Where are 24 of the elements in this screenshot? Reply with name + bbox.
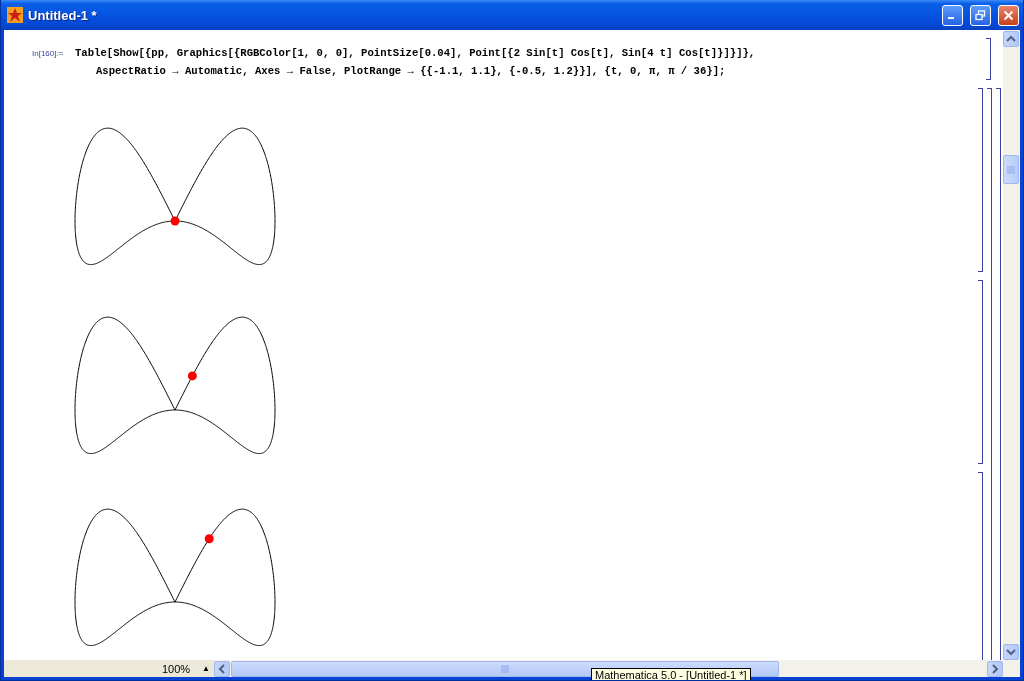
restore-button[interactable]: [970, 4, 991, 26]
cell-bracket[interactable]: [978, 280, 983, 464]
scroll-thumb[interactable]: [1003, 155, 1019, 184]
window-title: Untitled-1 *: [28, 7, 98, 23]
minimize-icon: [948, 17, 954, 19]
code-line: Table[Show[{pp, Graphics[{RGBColor[1, 0, 0], PointSize[0.04], Point[{2 Sin[t] Cos[t], Sin[4 t] Cos[t]}]}]},: [75, 46, 756, 61]
code-line: AspectRatio → Automatic, Axes → False, PlotRange → {{-1.1, 1.1}, {-0.5, 1.2}}], {t, 0, π, π / 36}];: [95, 64, 727, 79]
zoom-menu-button[interactable]: ▲: [202, 664, 210, 673]
grip-icon: [501, 664, 509, 673]
close-button[interactable]: [998, 4, 1019, 26]
restore-icon: [975, 9, 986, 21]
vertical-scrollbar[interactable]: [1003, 30, 1020, 660]
zoom-level: 100%: [161, 662, 191, 675]
cell-bracket[interactable]: [978, 88, 983, 272]
app-icon: [7, 7, 23, 23]
minimize-button[interactable]: [942, 4, 963, 26]
scroll-right-button[interactable]: [987, 660, 1003, 677]
close-icon: [1003, 9, 1014, 21]
input-label: In[160]:=: [32, 49, 65, 58]
scroll-down-button[interactable]: [1003, 644, 1019, 660]
cell-bracket[interactable]: [986, 38, 991, 80]
scroll-left-button[interactable]: [214, 660, 230, 677]
scroll-up-button[interactable]: [1003, 31, 1019, 47]
grip-icon: [1007, 165, 1015, 174]
